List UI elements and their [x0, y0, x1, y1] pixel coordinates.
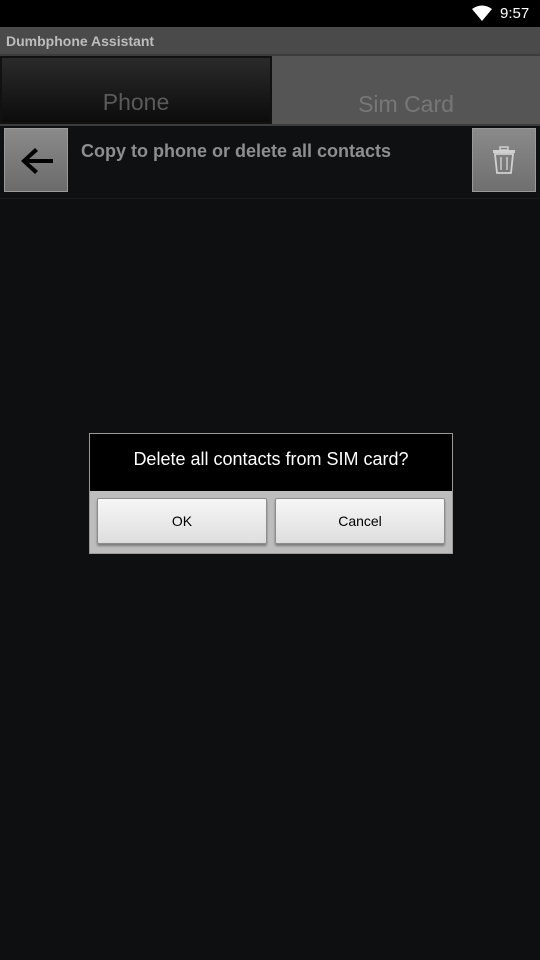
arrow-left-icon: [21, 148, 53, 174]
tab-sim-card[interactable]: Sim Card: [272, 56, 540, 124]
tab-phone[interactable]: Phone: [0, 56, 272, 124]
wifi-icon: [472, 5, 492, 21]
sim-toolbar: Copy to phone or delete all contacts: [0, 126, 540, 199]
delete-all-button[interactable]: [472, 128, 536, 192]
tab-phone-label: Phone: [102, 89, 170, 115]
app-title: Dumbphone Assistant: [6, 33, 155, 49]
trash-icon: [493, 146, 515, 174]
copy-to-phone-button[interactable]: [4, 128, 68, 192]
ok-button[interactable]: OK: [97, 498, 267, 544]
cancel-button[interactable]: Cancel: [275, 498, 445, 544]
toolbar-description: Copy to phone or delete all contacts: [81, 141, 392, 161]
dialog-button-bar: OK Cancel: [90, 491, 452, 553]
tab-sim-card-label: Sim Card: [358, 91, 454, 117]
status-bar: 9:57: [0, 0, 540, 27]
tab-bar: Phone Sim Card: [0, 54, 540, 126]
confirm-dialog: Delete all contacts from SIM card? OK Ca…: [89, 433, 453, 554]
app-title-bar: Dumbphone Assistant: [0, 27, 540, 54]
screen: 9:57 Dumbphone Assistant Phone Sim Card …: [0, 0, 540, 960]
dialog-message: Delete all contacts from SIM card?: [90, 434, 452, 491]
status-time: 9:57: [500, 5, 530, 22]
